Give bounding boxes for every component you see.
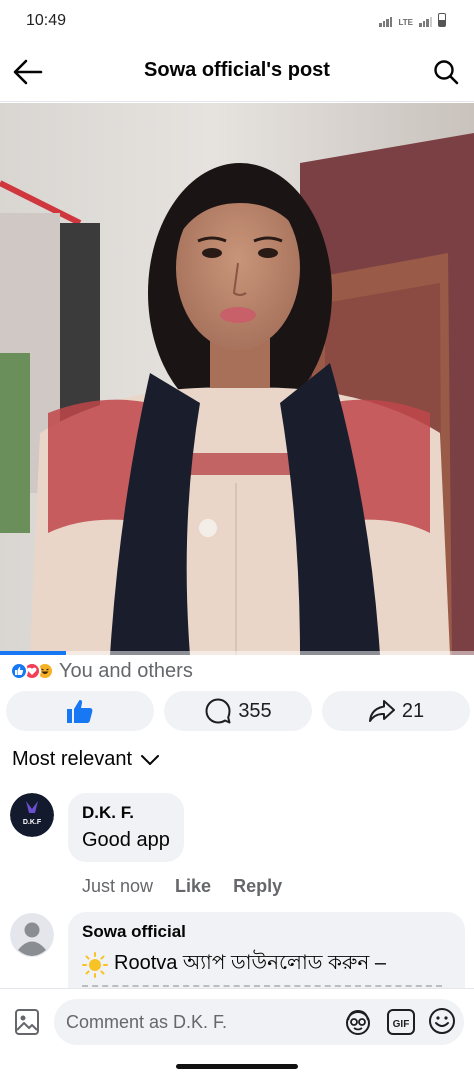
share-count: 21 bbox=[401, 699, 425, 722]
comment-placeholder: Comment as D.K. F. bbox=[66, 1012, 228, 1032]
page-title: Sowa official's post bbox=[144, 59, 330, 81]
video-progress-fill bbox=[0, 651, 67, 655]
thumbs-up-icon bbox=[67, 699, 93, 723]
avatar[interactable]: D.K.F bbox=[10, 793, 54, 837]
avatar-initials: D.K.F bbox=[23, 819, 42, 826]
avatar-sticker-icon bbox=[346, 1009, 370, 1035]
comment-reply-button[interactable]: Reply bbox=[233, 876, 282, 897]
comment-icon bbox=[205, 698, 231, 724]
comment-time: Just now bbox=[82, 876, 154, 896]
search-button[interactable] bbox=[426, 52, 466, 92]
status-bar: 10:49 LTE bbox=[0, 0, 474, 44]
home-indicator[interactable] bbox=[176, 1064, 298, 1069]
comment-author[interactable]: D.K. F. bbox=[82, 803, 170, 823]
comment-sort-dropdown[interactable]: Most relevant bbox=[12, 748, 160, 771]
comment-input[interactable]: Comment as D.K. F. GIF bbox=[54, 999, 464, 1045]
svg-text:GIF: GIF bbox=[393, 1019, 410, 1030]
status-time: 10:49 bbox=[26, 12, 67, 29]
avatar[interactable] bbox=[10, 913, 54, 957]
gif-icon: GIF bbox=[387, 1009, 415, 1035]
comment-bubble[interactable]: D.K. F. Good app bbox=[68, 793, 184, 862]
video-frame bbox=[0, 103, 474, 655]
status-icons: LTE bbox=[379, 13, 446, 27]
share-icon bbox=[368, 700, 395, 722]
reactions-text: You and others bbox=[59, 659, 193, 682]
signal-icon bbox=[379, 17, 393, 27]
reactions-summary[interactable]: You and others bbox=[10, 659, 193, 683]
add-photo-button[interactable] bbox=[12, 1007, 42, 1037]
sort-label: Most relevant bbox=[12, 748, 133, 770]
comment-text: Rootva অ্যাপ ডাউনলোড করুন – bbox=[114, 952, 386, 974]
video-progress-track[interactable] bbox=[0, 651, 474, 655]
like-button[interactable] bbox=[6, 691, 154, 731]
comment-like-button[interactable]: Like bbox=[175, 876, 211, 897]
comment-text: Good app bbox=[82, 829, 170, 851]
emoji-icon bbox=[429, 1008, 455, 1034]
video-player[interactable] bbox=[0, 103, 474, 655]
photo-icon bbox=[15, 1009, 39, 1035]
comment-count: 355 bbox=[238, 699, 272, 722]
comment-bubble[interactable]: Sowa official Rootva অ্যাপ ডাউনলোড করুন … bbox=[68, 912, 465, 992]
sun-icon bbox=[82, 951, 108, 978]
comment-button[interactable]: 355 bbox=[164, 691, 312, 731]
comment-composer: Comment as D.K. F. GIF bbox=[0, 988, 474, 1054]
gif-button[interactable]: GIF bbox=[386, 1007, 416, 1037]
emoji-button[interactable] bbox=[426, 1005, 458, 1037]
chevron-down-icon bbox=[141, 754, 160, 765]
like-icon bbox=[10, 662, 28, 680]
avatar-sticker-button[interactable] bbox=[342, 1006, 374, 1038]
share-button[interactable]: 21 bbox=[322, 691, 470, 731]
top-app-bar: Sowa official's post bbox=[0, 44, 474, 102]
comment-text-line: Rootva অ্যাপ ডাউনলোড করুন – bbox=[82, 948, 451, 981]
search-icon bbox=[434, 60, 459, 85]
battery-icon bbox=[438, 13, 446, 27]
comment-meta: Just now Like Reply bbox=[82, 876, 282, 897]
network-label: LTE bbox=[398, 18, 413, 27]
signal-icon-2 bbox=[419, 17, 432, 27]
comment-author[interactable]: Sowa official bbox=[82, 922, 451, 942]
post-actions: 355 21 bbox=[6, 691, 470, 731]
